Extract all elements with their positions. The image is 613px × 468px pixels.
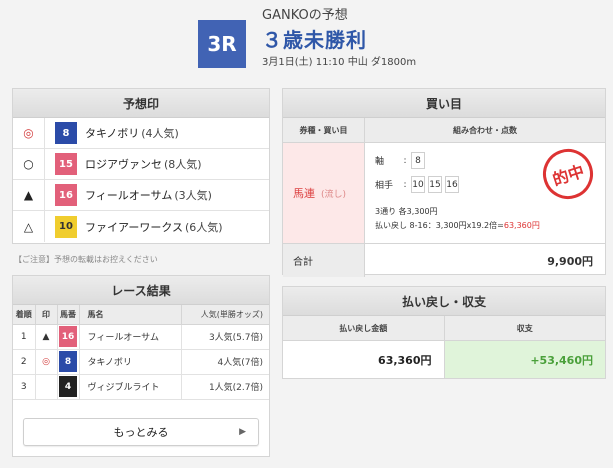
result-rank: 1 xyxy=(13,324,36,350)
axis-label: 軸 xyxy=(375,157,385,167)
bet-type-sub: (流し) xyxy=(321,189,347,200)
horse-popularity: (3人気) xyxy=(174,189,212,202)
bet-type-header: 券種・買い目 xyxy=(283,118,365,142)
payout-panel: 払い戻し・収支 払い戻し金額 収支 63,360円 +53,460円 xyxy=(282,286,606,379)
horse-number: 8 xyxy=(55,122,77,144)
bet-detail: 軸 : 8 相手 : 10 15 16 3通り 各3,300円 払い戻し 8-16：… xyxy=(365,142,605,243)
horse-name: タキノボリ xyxy=(85,127,140,140)
bet-count-line: 3通り 各3,300円 xyxy=(375,207,438,216)
combo-number-box: 10 xyxy=(411,176,425,193)
result-row: 3 4 ヴィジブルライト 1人気(2.7倍) xyxy=(13,374,269,400)
race-name: ３歳未勝利 xyxy=(262,28,367,52)
balance-header: 収支 xyxy=(516,323,533,333)
axis-colon: : xyxy=(403,155,407,166)
bet-row: 馬連 (流し) 軸 : 8 相手 : 10 15 16 3通り 各3,300円 払い… xyxy=(283,142,605,244)
bet-type-label: 馬連 xyxy=(293,187,315,200)
result-horse-number: 8 xyxy=(59,351,77,372)
results-header-row: 着順 印 馬番 馬名 人気(単勝オッズ) xyxy=(13,305,269,325)
repost-notice: 【ご注意】予想の転載はお控えください xyxy=(14,255,158,264)
payout-amount: 63,360円 xyxy=(283,341,445,378)
horse-popularity: (8人気) xyxy=(164,158,202,171)
bet-panel: 買い目 券種・買い目 組み合わせ・点数 馬連 (流し) 軸 : 8 相手 : 1… xyxy=(282,88,606,277)
col-popularity: 人気(単勝オッズ) xyxy=(181,305,269,325)
result-horse-name: フィールオーサム xyxy=(79,324,183,350)
combo-number-box: 8 xyxy=(411,152,425,169)
axis-numbers: 8 xyxy=(411,152,428,169)
horse-number: 16 xyxy=(55,184,77,206)
prediction-row: ○ 15 ロジアヴァンセ (8人気) xyxy=(13,149,269,180)
chevron-right-icon: ▶ xyxy=(239,427,246,437)
payout-title: 払い戻し・収支 xyxy=(283,287,605,316)
result-mark: ◎ xyxy=(35,349,58,375)
payout-calc-amount: 63,360円 xyxy=(503,221,540,230)
bet-summary: 3通り 各3,300円 払い戻し 8-16：3,300円x19.2倍=63,36… xyxy=(375,205,540,233)
result-popularity: 3人気(5.7倍) xyxy=(181,324,269,350)
results-table: 着順 印 馬番 馬名 人気(単勝オッズ) 1 ▲ 16 フィールオーサム 3人気(5.7… xyxy=(13,305,269,400)
total-value: 9,900円 xyxy=(547,254,593,268)
bet-combo-header: 組み合わせ・点数 xyxy=(453,125,517,135)
result-rank: 3 xyxy=(13,374,36,400)
horse-name: ファイアーワークス xyxy=(85,220,184,234)
axis-row: 軸 : 8 xyxy=(375,152,428,169)
hit-stamp: 的中 xyxy=(536,142,600,206)
prediction-row: ◎ 8 タキノボリ (4人気) xyxy=(13,118,269,149)
result-row: 2 ◎ 8 タキノボリ 4人気(7倍) xyxy=(13,349,269,375)
result-horse-number: 16 xyxy=(59,326,77,347)
payout-calc-text: 払い戻し 8-16：3,300円x19.2倍= xyxy=(375,221,504,230)
balance-amount: +53,460円 xyxy=(444,341,605,378)
payout-calc-line: 払い戻し 8-16：3,300円x19.2倍=63,360円 xyxy=(375,219,540,233)
total-label: 合計 xyxy=(283,244,365,277)
horse-number: 10 xyxy=(55,215,77,238)
col-horse-name: 馬名 xyxy=(79,305,183,325)
result-horse-name: ヴィジブルライト xyxy=(79,374,183,400)
col-number: 馬番 xyxy=(57,305,80,325)
race-header: 3R GANKOの予想 ３歳未勝利 3月1日(土) 11:10 中山 ダ1800… xyxy=(0,0,613,78)
combo-number-box: 16 xyxy=(445,176,459,193)
bet-title: 買い目 xyxy=(283,89,605,118)
result-row: 1 ▲ 16 フィールオーサム 3人気(5.7倍) xyxy=(13,324,269,350)
result-horse-number: 4 xyxy=(59,376,77,397)
result-popularity: 1人気(2.7倍) xyxy=(181,374,269,400)
horse-number: 15 xyxy=(55,153,77,175)
partner-label: 相手 xyxy=(375,181,394,191)
partner-colon: : xyxy=(403,179,407,190)
payout-value-row: 63,360円 +53,460円 xyxy=(283,341,605,378)
prediction-row: ▲ 16 フィールオーサム (3人気) xyxy=(13,180,269,211)
race-results-panel: レース結果 着順 印 馬番 馬名 人気(単勝オッズ) 1 ▲ 16 フィールオーサム 3… xyxy=(12,275,270,457)
horse-popularity: (4人気) xyxy=(141,127,179,140)
bet-total-row: 合計 9,900円 xyxy=(283,244,605,277)
partner-numbers: 10 15 16 xyxy=(411,176,462,193)
result-mark: ▲ xyxy=(35,324,58,350)
result-mark xyxy=(35,374,58,400)
payout-amount-header: 払い戻し金額 xyxy=(283,316,445,340)
bet-type-cell: 馬連 (流し) xyxy=(283,143,365,243)
prediction-panel: 予想印 ◎ 8 タキノボリ (4人気) ○ 15 ロジアヴァンセ (8人気) ▲ 16 フィールオー… xyxy=(12,88,270,244)
col-mark: 印 xyxy=(35,305,58,325)
show-more-button[interactable]: もっとみる ▶ xyxy=(23,418,259,446)
prediction-mark: ◎ xyxy=(13,118,45,148)
race-number-badge: 3R xyxy=(198,20,246,68)
col-rank: 着順 xyxy=(13,305,36,325)
partner-row: 相手 : 10 15 16 xyxy=(375,176,462,193)
horse-name: フィールオーサム xyxy=(85,189,173,202)
result-horse-name: タキノボリ xyxy=(79,349,183,375)
show-more-label: もっとみる xyxy=(113,426,169,439)
combo-number-box: 15 xyxy=(428,176,442,193)
race-info: 3月1日(土) 11:10 中山 ダ1800m xyxy=(262,57,417,68)
result-popularity: 4人気(7倍) xyxy=(181,349,269,375)
horse-popularity: (6人気) xyxy=(185,220,223,234)
prediction-row: △ 10 ファイアーワークス (6人気) xyxy=(13,211,269,242)
predictor-name: GANKOの予想 xyxy=(262,8,348,23)
prediction-mark: ▲ xyxy=(13,180,45,210)
horse-name: ロジアヴァンセ xyxy=(85,158,162,171)
prediction-title: 予想印 xyxy=(13,89,269,118)
results-title: レース結果 xyxy=(13,276,269,305)
prediction-mark: △ xyxy=(13,211,45,242)
bet-header-row: 券種・買い目 組み合わせ・点数 xyxy=(283,118,605,143)
prediction-mark: ○ xyxy=(13,149,45,179)
prediction-list: ◎ 8 タキノボリ (4人気) ○ 15 ロジアヴァンセ (8人気) ▲ 16 フィールオーサム (3… xyxy=(13,118,269,242)
payout-header-row: 払い戻し金額 収支 xyxy=(283,316,605,341)
result-rank: 2 xyxy=(13,349,36,375)
